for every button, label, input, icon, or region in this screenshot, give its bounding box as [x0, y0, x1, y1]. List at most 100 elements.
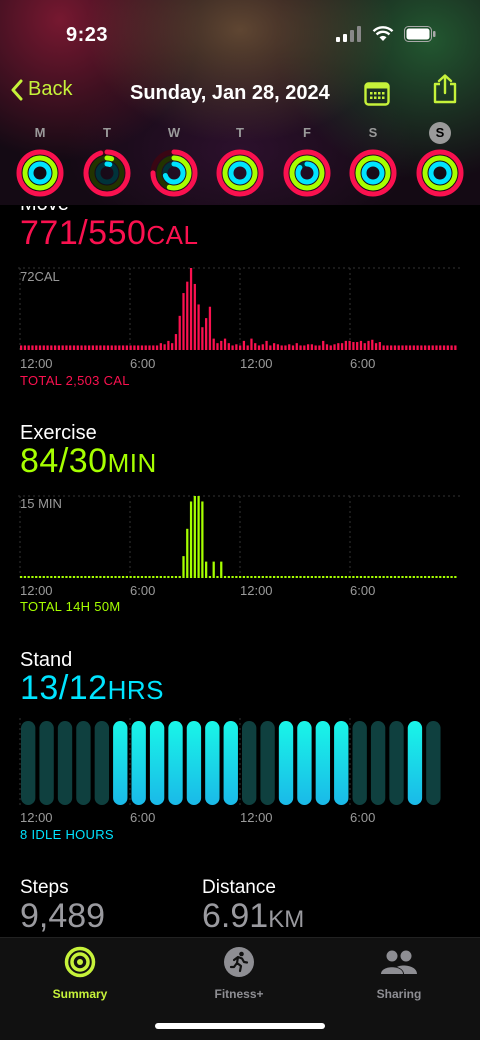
stand-hour-idle: [260, 721, 275, 805]
move-bar: [393, 345, 397, 350]
exercise-bar: [288, 576, 291, 578]
exercise-total: TOTAL 14H 50M: [20, 599, 121, 614]
exercise-bar: [186, 528, 189, 578]
exercise-bar: [212, 561, 215, 578]
stand-unit: HRS: [107, 675, 164, 705]
day-friday[interactable]: F: [279, 122, 335, 198]
steps-label: Steps: [20, 877, 69, 898]
exercise-bar: [239, 576, 242, 578]
activity-rings-icon: [16, 149, 64, 197]
exercise-bar: [69, 576, 72, 578]
activity-rings-icon: [349, 149, 397, 197]
exercise-bar: [80, 576, 83, 578]
move-bar: [280, 345, 283, 350]
move-bar: [87, 345, 91, 350]
move-bar: [284, 345, 287, 350]
exercise-bar: [405, 576, 408, 578]
steps-value: 9,489: [20, 897, 106, 935]
exercise-bar: [442, 576, 446, 578]
move-bar: [121, 345, 125, 350]
day-letter: M: [34, 125, 46, 140]
tab-summary[interactable]: Summary: [20, 946, 140, 1001]
move-bar: [65, 345, 68, 350]
move-bar: [76, 345, 79, 350]
exercise-bar: [129, 576, 132, 578]
stand-hour-idle: [370, 721, 386, 805]
exercise-bar: [223, 576, 227, 578]
exercise-bar: [435, 576, 438, 578]
day-letter: T: [103, 125, 111, 140]
day-wednesday[interactable]: W: [146, 122, 202, 198]
move-bar: [144, 345, 147, 350]
share-icon: [433, 74, 457, 104]
exercise-bar: [265, 576, 268, 578]
exercise-bar: [246, 576, 249, 578]
tab-sharing[interactable]: Sharing: [339, 946, 459, 1001]
move-bar: [80, 345, 83, 350]
stand-hour-idle: [57, 721, 73, 805]
move-bar: [450, 345, 453, 350]
move-bar: [46, 345, 49, 350]
move-bar: [35, 345, 38, 350]
exercise-bar: [371, 576, 374, 578]
stand-hour-active: [131, 721, 146, 805]
stand-hour-active: [205, 721, 220, 805]
exercise-bar: [42, 576, 45, 578]
share-button[interactable]: [432, 74, 458, 109]
distance-number: 6.91: [202, 897, 269, 935]
exercise-bar: [359, 576, 363, 578]
day-tuesday[interactable]: T: [79, 122, 135, 198]
move-bar: [378, 342, 381, 350]
exercise-bar: [303, 576, 306, 578]
move-bar: [205, 318, 208, 350]
move-bar: [31, 345, 34, 350]
move-bar: [276, 344, 280, 350]
calendar-button[interactable]: [364, 80, 390, 111]
day-monday[interactable]: M: [12, 122, 68, 198]
move-bar: [57, 345, 61, 350]
day-thursday[interactable]: T: [212, 122, 268, 198]
activity-rings-icon: [416, 149, 464, 197]
move-bar: [167, 340, 170, 350]
exercise-bar: [163, 576, 166, 578]
move-bar: [171, 343, 174, 350]
move-bar: [174, 334, 178, 350]
exercise-bar: [144, 576, 147, 578]
back-button[interactable]: Back: [10, 78, 72, 101]
move-bar: [291, 345, 295, 350]
stand-total: 8 IDLE HOURS: [20, 827, 114, 842]
runner-icon: [224, 947, 254, 977]
exercise-bar: [272, 576, 276, 578]
move-bar: [397, 345, 400, 350]
exercise-bar: [174, 576, 178, 578]
move-bar: [69, 345, 72, 350]
exercise-bar: [65, 576, 68, 578]
day-sunday-selected[interactable]: S: [412, 122, 468, 198]
stand-hour-idle: [39, 721, 54, 805]
move-bar: [412, 345, 415, 350]
move-bar: [193, 283, 196, 350]
exercise-chart: [18, 495, 460, 578]
exercise-tick-2: 6:00: [130, 583, 156, 598]
day-letter: S: [368, 125, 378, 140]
exercise-bar: [220, 561, 223, 578]
move-bar: [435, 345, 438, 350]
activity-rings-icon: [283, 149, 331, 197]
status-time: 9:23: [66, 24, 109, 46]
day-saturday[interactable]: S: [345, 122, 401, 198]
stand-hour-active: [186, 721, 202, 805]
summary-rings-icon: [64, 946, 96, 978]
move-bar: [140, 345, 144, 350]
exercise-bar: [352, 576, 355, 578]
stand-hour-active: [168, 721, 183, 805]
move-bar: [223, 338, 227, 350]
move-value: 771/550CAL: [20, 214, 198, 253]
move-bar: [129, 345, 132, 350]
stand-hour-active: [334, 721, 349, 805]
tab-fitness-plus[interactable]: Fitness+: [179, 946, 299, 1001]
exercise-bar: [242, 576, 246, 578]
move-tick-1: 12:00: [20, 356, 53, 371]
move-bar: [182, 293, 185, 350]
stand-tick-4: 6:00: [350, 810, 376, 825]
exercise-bar: [427, 576, 431, 578]
